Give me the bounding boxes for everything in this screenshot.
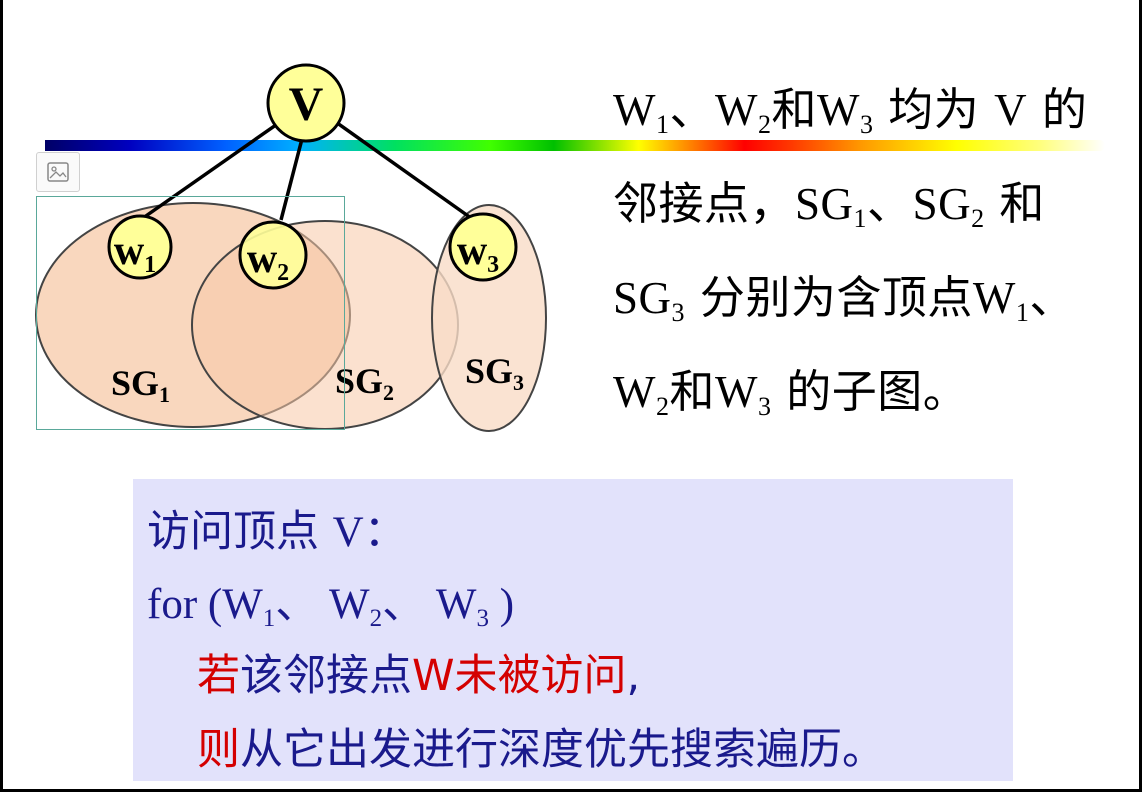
sg3-text: SG [465, 351, 513, 391]
desc-w2b-sub: 2 [655, 392, 670, 421]
desc-and3: 和 [669, 365, 715, 418]
code-then: 则 [197, 725, 240, 775]
desc-w1b: W [972, 273, 1016, 323]
edge-v-w3 [331, 118, 473, 220]
algorithm-box: 访问顶点 V： for (W1、 W2、 W3 ) 若该邻接点W未被访问, 则从… [133, 479, 1013, 781]
code-for: for (W [147, 581, 263, 628]
desc-mid: 均为 [873, 83, 995, 136]
node-w1-letter: w [114, 228, 145, 274]
node-w2-letter: w [247, 236, 278, 282]
desc-w1b-sub: 1 [1015, 298, 1030, 327]
desc-sg2-sub: 2 [971, 204, 985, 233]
desc-w3: W [817, 85, 860, 135]
node-w2-sub: 2 [277, 260, 289, 286]
code-if: 若 [197, 651, 240, 701]
image-placeholder-icon [47, 162, 69, 182]
desc-w1: W [613, 85, 656, 135]
node-w3-sub: 3 [487, 252, 499, 278]
desc-end: 的 [1027, 83, 1088, 136]
desc-sep3: 、 [1029, 271, 1075, 324]
subgraph-ellipse-2 [191, 220, 459, 430]
code-comma: , [626, 651, 641, 701]
desc-w3-sub: 3 [859, 110, 874, 139]
description-line-2: 邻接点，SG1、SG2 和 [613, 164, 1139, 258]
algorithm-line-3: 若该邻接点W未被访问, [197, 641, 640, 703]
description-text: W1、W2和W3 均为 V 的 邻接点，SG1、SG2 和 SG3 分别为含顶点… [613, 70, 1139, 446]
desc-subgraph: 的子图。 [771, 365, 969, 418]
algorithm-line-2: for (W1、 W2、 W3 ) [147, 569, 514, 633]
node-v-label: V [289, 78, 324, 131]
description-line-1: W1、W2和W3 均为 V 的 [613, 70, 1139, 164]
sg3-sub: 3 [513, 370, 524, 395]
desc-w2b: W [613, 367, 656, 417]
sg1-text: SG [111, 363, 159, 403]
code-v: V [332, 509, 364, 556]
desc-sg1-sub: 1 [853, 204, 868, 233]
desc-sep1: 、 [669, 83, 715, 136]
node-w3-letter: w [457, 228, 488, 274]
desc-v: V [994, 85, 1028, 135]
code-s2: 2 [369, 605, 383, 632]
desc-w2-sub: 2 [757, 110, 772, 139]
graph-diagram: V w1 w2 w3 SG1 SG2 SG3 [35, 63, 547, 432]
desc-w2: W [715, 85, 758, 135]
code-w3: 、 W [382, 581, 477, 628]
code-visit: 访问顶点 [147, 507, 333, 557]
algorithm-line-1: 访问顶点 V： [147, 497, 407, 559]
code-s1: 1 [262, 605, 276, 632]
slide: V w1 w2 w3 SG1 SG2 SG3 W1、W2和W3 均为 V 的 邻… [3, 0, 1139, 789]
desc-adjacent: 邻接点， [613, 177, 796, 230]
desc-sg1: SG [795, 179, 854, 229]
sg1-sub: 1 [159, 382, 170, 407]
image-placeholder[interactable] [36, 152, 80, 192]
code-colon: ： [363, 507, 407, 557]
desc-w3b: W [715, 367, 758, 417]
code-adjacent: 该邻接点 [240, 651, 412, 701]
edge-v-w2 [279, 134, 305, 221]
desc-and: 和 [771, 83, 817, 136]
desc-sg3-sub: 3 [671, 298, 686, 327]
sg2-text: SG [335, 361, 383, 401]
code-w2: 、 W [275, 581, 370, 628]
code-unvisited: W未被访问 [412, 651, 627, 701]
sg2-sub: 2 [383, 380, 394, 405]
desc-w3b-sub: 3 [757, 392, 772, 421]
code-s3: 3 [476, 605, 489, 632]
desc-sep2: 、 [867, 177, 913, 230]
code-close: ) [488, 581, 515, 628]
algorithm-line-4: 则从它出发进行深度优先搜索遍历。 [197, 715, 885, 777]
desc-and2: 和 [984, 177, 1045, 230]
description-line-4: W2和W3 的子图。 [613, 352, 1139, 446]
desc-sg3: SG [613, 273, 672, 323]
description-line-3: SG3 分别为含顶点W1、 [613, 258, 1139, 352]
desc-sg2: SG [912, 179, 972, 229]
desc-w1-sub: 1 [655, 110, 670, 139]
code-dfs: 从它出发进行深度优先搜索遍历。 [240, 725, 885, 775]
desc-contains: 分别为含顶点 [685, 271, 973, 324]
node-w1-sub: 1 [144, 252, 156, 278]
